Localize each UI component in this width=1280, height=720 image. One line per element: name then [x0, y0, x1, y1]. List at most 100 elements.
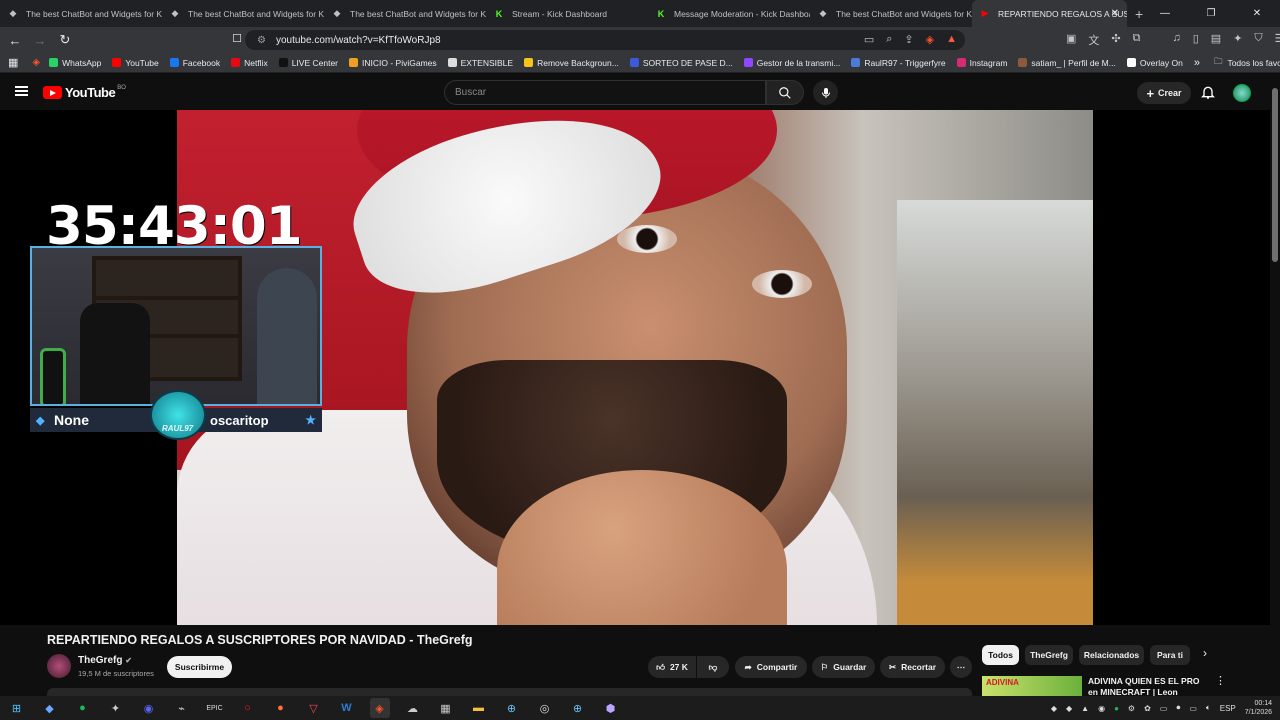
site-info-icon[interactable]: ⚙	[257, 35, 266, 46]
bookmark-item[interactable]: WhatsApp	[49, 58, 101, 68]
zoom-icon[interactable]: ⌕	[886, 33, 892, 46]
close-window-icon[interactable]: ✕	[1234, 0, 1280, 27]
create-button[interactable]: + Crear	[1137, 82, 1191, 104]
all-bookmarks[interactable]: 🗀Todos los favoritos	[1214, 56, 1280, 70]
bookmark-item[interactable]: SORTEO DE PASE D...	[629, 58, 733, 68]
related-video-title[interactable]: ADIVINA QUIEN ES EL PRO en MINECRAFT | L…	[1088, 676, 1208, 696]
app-icon[interactable]: ◆	[40, 698, 60, 718]
voice-search-button[interactable]	[813, 80, 838, 105]
chip-para-ti[interactable]: Para ti	[1150, 645, 1190, 665]
subscribe-button[interactable]: Suscribirme	[167, 656, 232, 678]
channel-name[interactable]: TheGrefg ✔	[78, 655, 132, 666]
search-button[interactable]	[766, 80, 804, 105]
clip-button[interactable]: ✂ Recortar	[880, 656, 945, 678]
puzzle-icon[interactable]: ✣	[1111, 32, 1120, 48]
hamburger-menu-icon[interactable]	[15, 86, 28, 96]
minimize-icon[interactable]: —	[1142, 0, 1188, 27]
microphone-tray-icon[interactable]: ⏺	[1176, 703, 1180, 713]
vpn-icon[interactable]: ⛉	[1254, 32, 1262, 48]
spotify-icon[interactable]: ●	[73, 698, 93, 718]
bookmark-item[interactable]: Instagram	[956, 58, 1007, 68]
chevron-right-icon[interactable]: ›	[1203, 646, 1207, 660]
tray-app-icon[interactable]: ●	[1114, 704, 1119, 713]
file-explorer-icon[interactable]: ▬	[469, 698, 489, 718]
steam-icon[interactable]: ⊕	[568, 698, 588, 718]
bookmark-item[interactable]: Facebook	[169, 58, 220, 68]
close-tab-icon[interactable]: ✕	[1111, 8, 1119, 19]
browser-tab[interactable]: K Stream - Kick Dashboard	[486, 0, 648, 27]
share-icon[interactable]: ⇪	[904, 33, 913, 46]
browser-tab[interactable]: ◆ The best ChatBot and Widgets for Ki	[324, 0, 486, 27]
restore-icon[interactable]: ❐	[1188, 0, 1234, 27]
back-icon[interactable]: ←	[5, 33, 25, 48]
bookmark-item[interactable]: EXTENSIBLE	[447, 58, 513, 68]
steam-icon[interactable]: ⊕	[502, 698, 522, 718]
bookmark-item[interactable]: INICIO - PiviGames	[349, 58, 437, 68]
volume-icon[interactable]: 🔈︎	[1206, 703, 1211, 713]
kebab-menu-icon[interactable]: ⋮	[1215, 674, 1226, 687]
tray-app-icon[interactable]: ▲	[1081, 704, 1089, 713]
bookmark-item[interactable]: RaulR97 - Triggerfyre	[851, 58, 946, 68]
browser-tab[interactable]: ◆ The best ChatBot and Widgets for Ki	[0, 0, 162, 27]
sidebar-icon[interactable]: ▯	[1193, 32, 1199, 48]
calculator-icon[interactable]: ▦	[436, 698, 456, 718]
apps-grid-icon[interactable]: ▦	[8, 56, 18, 69]
browser-tab-active[interactable]: ▶ REPARTIENDO REGALOS A SUSC ✕	[972, 0, 1127, 27]
related-thumbnail[interactable]: ADIVINA	[982, 676, 1082, 696]
more-actions-button[interactable]: ⋯	[950, 656, 972, 678]
search-input[interactable]: Buscar	[444, 80, 766, 105]
channel-avatar[interactable]	[47, 654, 71, 678]
tray-app-icon[interactable]: ◆	[1051, 704, 1057, 713]
cast-icon[interactable]: ▭	[864, 33, 874, 46]
media-icon[interactable]: ♫	[1172, 32, 1180, 48]
reload-icon[interactable]: ↻	[55, 32, 75, 48]
windows-start-icon[interactable]: ⊞	[7, 698, 27, 718]
page-scrollbar[interactable]	[1270, 74, 1280, 694]
bookmark-item[interactable]: YouTube	[112, 58, 159, 68]
epic-games-icon[interactable]: EPIC	[205, 698, 225, 718]
tray-app-icon[interactable]: ◉	[1098, 704, 1105, 713]
forward-icon[interactable]: →	[30, 33, 50, 48]
bookmark-item[interactable]: Netflix	[231, 58, 268, 68]
word-icon[interactable]: W	[337, 698, 357, 718]
obs-icon[interactable]: ◎	[535, 698, 555, 718]
menu-icon[interactable]: ☰	[1275, 32, 1280, 48]
url-bar[interactable]: ⚙ youtube.com/watch?v=KfTfoWoRJp8 ▭ ⌕ ⇪ …	[245, 30, 965, 50]
share-button[interactable]: ➦ Compartir	[735, 656, 807, 678]
firefox-icon[interactable]: ●	[271, 698, 291, 718]
bookmark-item[interactable]: LIVE Center	[278, 58, 338, 68]
bookmark-item[interactable]: Remove Backgroun...	[524, 58, 619, 68]
extension-icon[interactable]: ▣	[1066, 32, 1076, 48]
browser-tab[interactable]: ◆ The best ChatBot and Widgets for Ki	[162, 0, 324, 27]
description-box[interactable]	[47, 688, 972, 696]
taskbar-app-icon[interactable]: ☁	[403, 698, 423, 718]
wallet-icon[interactable]: ▤	[1211, 32, 1221, 48]
bookmark-page-icon[interactable]: ☐	[227, 32, 247, 45]
scrollbar-thumb[interactable]	[1272, 88, 1278, 262]
chip-relacionados[interactable]: Relacionados	[1079, 645, 1144, 665]
brave-icon[interactable]: ◈	[32, 57, 40, 68]
account-avatar[interactable]	[1233, 84, 1251, 102]
valorant-icon[interactable]: ▽	[304, 698, 324, 718]
taskbar-app-icon[interactable]: ⌁	[172, 698, 192, 718]
brave-taskbar-icon[interactable]: ◈	[369, 698, 390, 718]
usb-icon[interactable]: ▭	[1160, 704, 1168, 713]
screenshot-icon[interactable]: ⧉	[1133, 32, 1141, 48]
browser-tab[interactable]: K Message Moderation - Kick Dashboa	[648, 0, 810, 27]
clock[interactable]: 00:14 7/1/2026	[1245, 699, 1272, 717]
language-indicator[interactable]: ESP	[1220, 704, 1236, 713]
tray-app-icon[interactable]: ◆	[1066, 704, 1072, 713]
dislike-button[interactable]: 👎︎	[697, 656, 729, 678]
browser-tab[interactable]: ◆ The best ChatBot and Widgets for Ki	[810, 0, 972, 27]
bookmark-item[interactable]: Overlay On	[1126, 58, 1183, 68]
notifications-bell-icon[interactable]	[1200, 84, 1216, 100]
bookmark-item[interactable]: Gestor de la transmi...	[743, 58, 840, 68]
youtube-logo[interactable]: YouTube BO	[43, 85, 126, 100]
like-button[interactable]: 👍︎ 27 K	[648, 656, 696, 678]
more-bookmarks-icon[interactable]: »	[1194, 57, 1200, 69]
brave-rewards-icon[interactable]: ▲	[946, 33, 957, 46]
chip-todos[interactable]: Todos	[982, 645, 1019, 665]
bookmark-item[interactable]: satiam_ | Perfil de M...	[1018, 58, 1116, 68]
tray-app-icon[interactable]: ⚙	[1128, 704, 1135, 713]
discord-icon[interactable]: ◉	[139, 698, 159, 718]
